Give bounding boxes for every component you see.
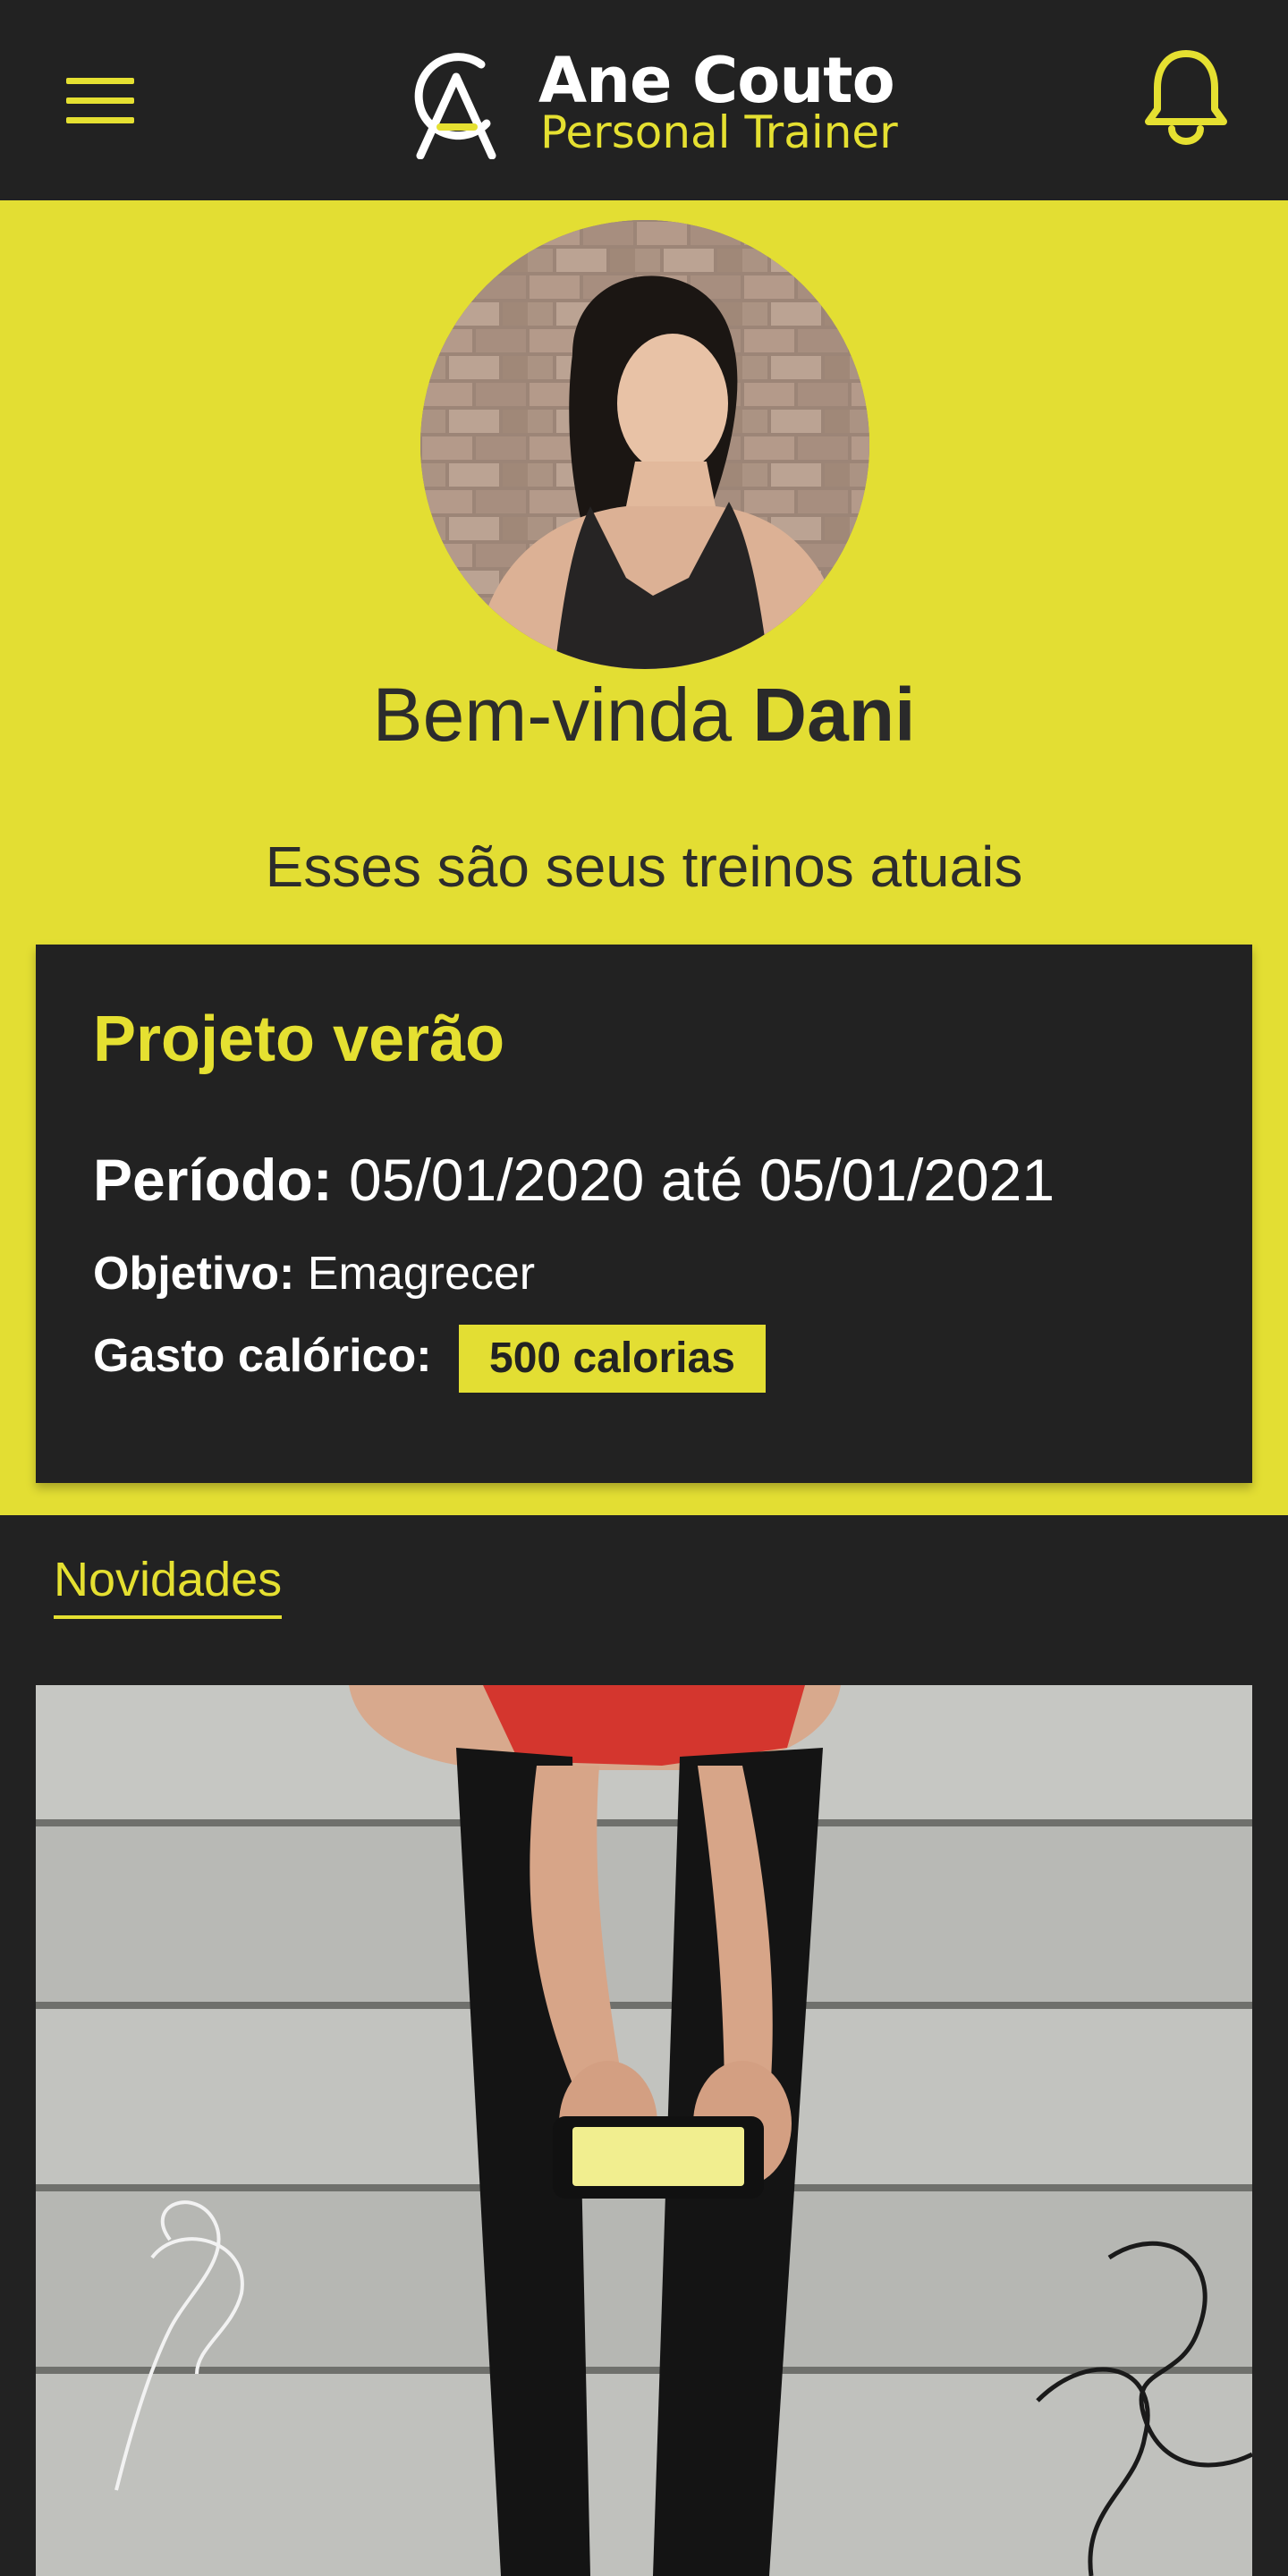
period-label: Período: [93, 1147, 333, 1213]
workout-card[interactable]: Projeto verão Período: 05/01/2020 até 05… [36, 945, 1252, 1483]
profile-photo [420, 220, 869, 669]
hamburger-icon-line [66, 117, 134, 123]
goal-value: Emagrecer [307, 1248, 536, 1300]
brand-subtitle: Personal Trainer [540, 106, 898, 158]
user-name: Dani [752, 673, 916, 757]
workout-title: Projeto verão [93, 1004, 505, 1075]
welcome-section: Bem-vinda Dani Esses são seus treinos at… [0, 200, 1288, 1515]
calories-badge: 500 calorias [459, 1325, 766, 1394]
workout-calories: Gasto calórico: 500 calorias [93, 1324, 766, 1394]
calories-label: Gasto calórico: [93, 1330, 432, 1382]
workout-goal: Objetivo: Emagrecer [93, 1241, 535, 1306]
workout-period: Período: 05/01/2020 até 05/01/2021 [93, 1140, 1055, 1220]
news-photo [36, 1685, 1252, 2576]
news-image[interactable] [36, 1685, 1252, 2576]
goal-label: Objetivo: [93, 1248, 295, 1300]
logo-mark-icon [414, 53, 496, 159]
period-value: 05/01/2020 até 05/01/2021 [349, 1147, 1055, 1213]
hamburger-icon-line [66, 97, 134, 104]
section-subtitle: Esses são seus treinos atuais [265, 835, 1023, 899]
app-header: Ane Couto Personal Trainer [0, 0, 1288, 200]
greeting-text: Bem-vinda [372, 673, 733, 757]
brand-logo[interactable]: Ane Couto Personal Trainer [404, 41, 905, 166]
tab-novidades[interactable]: Novidades [54, 1547, 283, 1619]
bell-icon[interactable] [1145, 47, 1227, 147]
hamburger-icon-line [66, 78, 134, 84]
avatar [420, 220, 869, 669]
menu-button[interactable] [66, 75, 134, 125]
welcome-heading: Bem-vinda Dani [0, 665, 1288, 764]
